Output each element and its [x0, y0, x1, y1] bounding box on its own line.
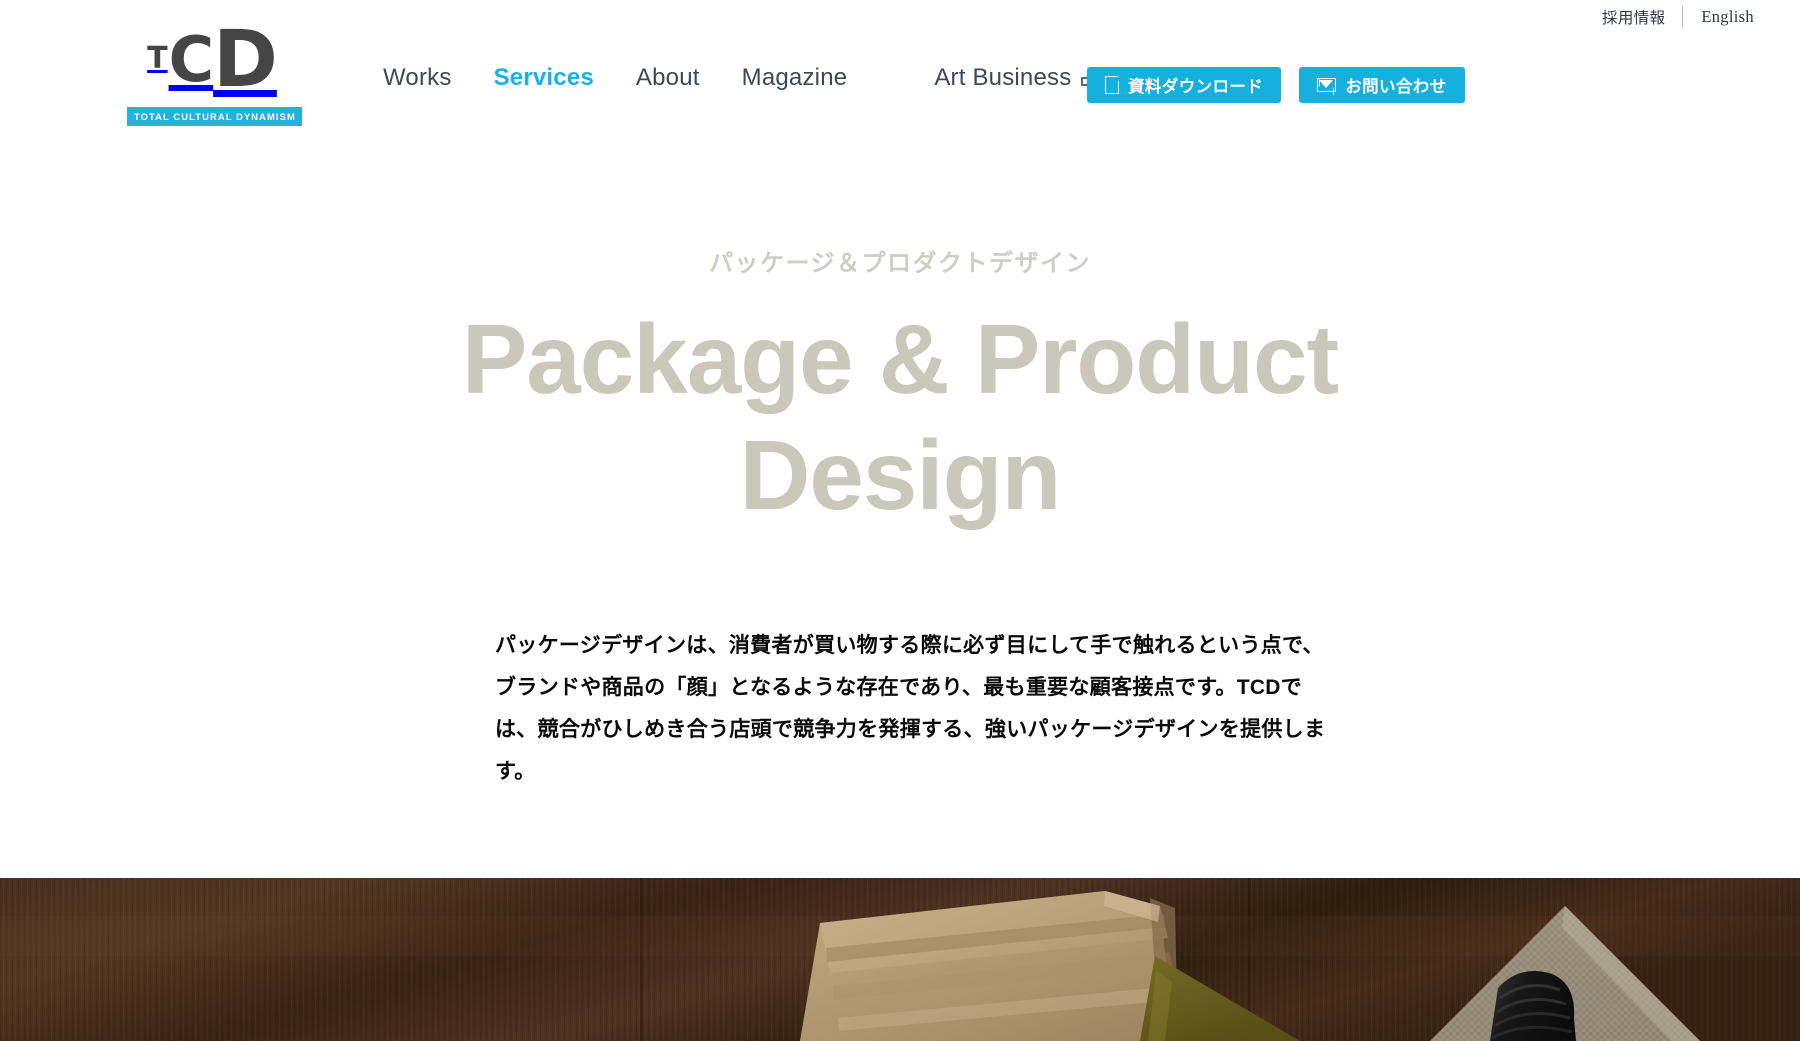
hero-photo-illustration [0, 878, 1800, 1041]
nav-item-art-business-label: Art Business [934, 64, 1072, 91]
hero-section: パッケージ＆プロダクトデザイン Package & Product Design… [0, 150, 1800, 793]
site-logo[interactable]: TCD TOTAL CULTURAL DYNAMISM [127, 15, 302, 127]
page-root: 採用情報 English TCD TOTAL CULTURAL DYNAMISM… [0, 0, 1800, 1041]
document-icon [1105, 75, 1120, 94]
logo-mark: TCD [127, 15, 297, 105]
download-materials-button[interactable]: 資料ダウンロード [1087, 67, 1282, 103]
logo-tagline: TOTAL CULTURAL DYNAMISM [127, 107, 302, 127]
header-cta-group: 資料ダウンロード お問い合わせ [1087, 67, 1465, 103]
hero-photo [0, 878, 1800, 1041]
nav-item-about[interactable]: About [636, 64, 700, 92]
nav-item-services[interactable]: Services [494, 64, 594, 92]
hero-description: パッケージデザインは、消費者が買い物する際に必ず目にして手で触れるという点で、ブ… [495, 634, 1326, 784]
hero-subtitle: パッケージ＆プロダクトデザイン [708, 250, 1092, 277]
page-title: Package & Product Design [461, 304, 1339, 530]
site-header: TCD TOTAL CULTURAL DYNAMISM Works Servic… [0, 0, 1800, 150]
nav-item-art-business[interactable]: Art Business [934, 64, 1101, 92]
contact-button[interactable]: お問い合わせ [1299, 67, 1465, 103]
mail-icon [1317, 78, 1337, 92]
contact-label: お問い合わせ [1345, 78, 1447, 96]
nav-item-works[interactable]: Works [383, 64, 452, 92]
download-materials-label: 資料ダウンロード [1128, 78, 1264, 96]
logo-letter-c: C [168, 23, 215, 96]
logo-letter-t: T [147, 41, 168, 76]
logo-letter-d: D [213, 15, 278, 105]
main-navigation: Works Services About Magazine Art Busine… [383, 64, 1101, 92]
nav-item-magazine[interactable]: Magazine [742, 64, 848, 92]
